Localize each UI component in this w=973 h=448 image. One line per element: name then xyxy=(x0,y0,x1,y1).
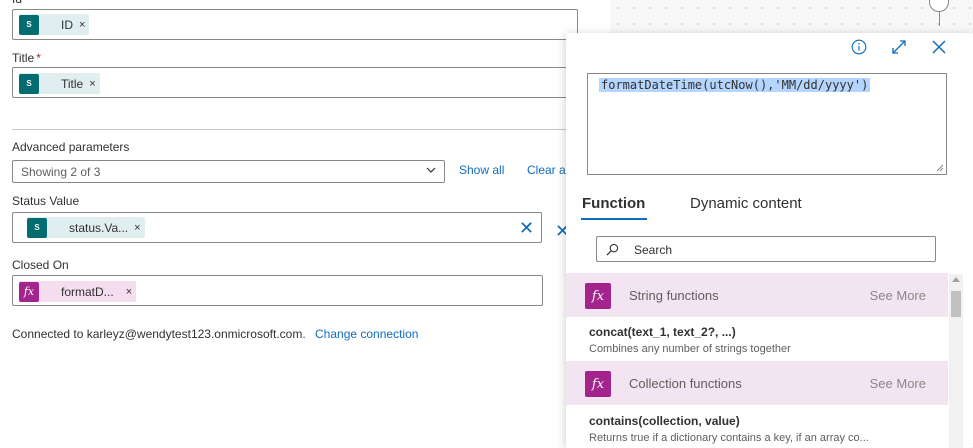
closed-token-remove[interactable]: × xyxy=(126,286,132,298)
scrollbar-thumb[interactable] xyxy=(951,291,961,317)
function-signature: contains(collection, value) xyxy=(589,414,740,428)
fx-icon: fx xyxy=(585,283,611,309)
tab-function[interactable]: Function xyxy=(582,195,645,212)
status-value-label: Status Value xyxy=(12,194,80,208)
function-description: Combines any number of strings together xyxy=(589,343,791,355)
clear-all-link[interactable]: Clear a xyxy=(527,163,566,177)
status-value-field[interactable]: S status.Va... × ✕ xyxy=(12,212,542,243)
sharepoint-icon: S xyxy=(27,217,47,238)
resize-grip-icon[interactable] xyxy=(936,164,944,172)
section-divider xyxy=(12,129,568,130)
show-all-link[interactable]: Show all xyxy=(459,163,504,177)
id-token-label: ID xyxy=(61,17,73,32)
chevron-down-icon xyxy=(426,167,436,173)
closed-on-token[interactable]: fx formatD... × xyxy=(19,281,137,302)
function-signature: concat(text_1, text_2?, ...) xyxy=(589,325,736,339)
expand-icon[interactable] xyxy=(891,39,907,55)
action-form: Id S ID × Title* S Title × Advanced para… xyxy=(0,0,610,448)
title-token[interactable]: S Title × xyxy=(19,73,100,94)
expression-input[interactable]: formatDateTime(utcNow(),'MM/dd/yyyy') xyxy=(587,73,947,175)
id-token[interactable]: S ID × xyxy=(19,14,90,35)
advanced-parameters-value: Showing 2 of 3 xyxy=(21,165,101,179)
id-label: Id xyxy=(12,0,22,6)
title-token-remove[interactable]: × xyxy=(89,78,95,90)
change-connection-link[interactable]: Change connection xyxy=(315,327,418,341)
search-placeholder: Search xyxy=(634,243,673,257)
sharepoint-icon: S xyxy=(19,73,39,94)
tab-dynamic-content[interactable]: Dynamic content xyxy=(690,195,802,212)
fx-icon: fx xyxy=(585,371,611,397)
expression-editor-popup: formatDateTime(utcNow(),'MM/dd/yyyy') Fu… xyxy=(566,33,973,448)
category-collection-functions[interactable]: fx Collection functions See More xyxy=(566,361,948,405)
required-marker: * xyxy=(36,51,41,65)
closed-on-field[interactable]: fx formatD... × xyxy=(12,275,543,306)
expression-text[interactable]: formatDateTime(utcNow(),'MM/dd/yyyy') xyxy=(599,78,871,92)
sharepoint-icon: S xyxy=(19,14,39,35)
status-value-token[interactable]: S status.Va... × xyxy=(27,217,145,238)
clear-field-icon[interactable]: ✕ xyxy=(519,219,534,237)
id-token-remove[interactable]: × xyxy=(79,19,85,31)
closed-on-label: Closed On xyxy=(12,258,69,272)
scroll-up-icon[interactable] xyxy=(952,277,960,282)
connector-line xyxy=(939,12,940,26)
see-more-link[interactable]: See More xyxy=(870,288,926,303)
category-string-functions[interactable]: fx String functions See More xyxy=(566,273,948,317)
function-list-scrollbar[interactable] xyxy=(949,274,963,448)
advanced-parameters-label: Advanced parameters xyxy=(12,140,130,154)
function-item-contains[interactable]: contains(collection, value) Returns true… xyxy=(589,414,869,444)
active-tab-indicator xyxy=(581,218,647,220)
fx-icon: fx xyxy=(19,281,39,302)
status-token-remove[interactable]: × xyxy=(134,222,140,234)
advanced-parameters-dropdown[interactable]: Showing 2 of 3 xyxy=(12,160,445,183)
title-field[interactable]: S Title × xyxy=(12,67,578,98)
search-icon xyxy=(606,243,619,256)
function-search-input[interactable]: Search xyxy=(596,236,936,262)
connection-info: Connected to karleyz@wendytest123.onmicr… xyxy=(12,327,418,341)
info-icon[interactable] xyxy=(851,39,867,55)
id-field[interactable]: S ID × xyxy=(12,9,578,40)
title-token-label: Title xyxy=(61,76,84,91)
see-more-link[interactable]: See More xyxy=(870,376,926,391)
title-label: Title * xyxy=(12,51,41,65)
close-icon[interactable] xyxy=(932,40,946,54)
connection-text: Connected to karleyz@wendytest123.onmicr… xyxy=(12,327,306,341)
category-title: String functions xyxy=(629,288,719,303)
function-item-concat[interactable]: concat(text_1, text_2?, ...) Combines an… xyxy=(589,325,791,355)
function-description: Returns true if a dictionary contains a … xyxy=(589,432,869,444)
category-title: Collection functions xyxy=(629,376,742,391)
closed-token-label: formatD... xyxy=(61,284,114,299)
status-token-label: status.Va... xyxy=(69,220,129,235)
